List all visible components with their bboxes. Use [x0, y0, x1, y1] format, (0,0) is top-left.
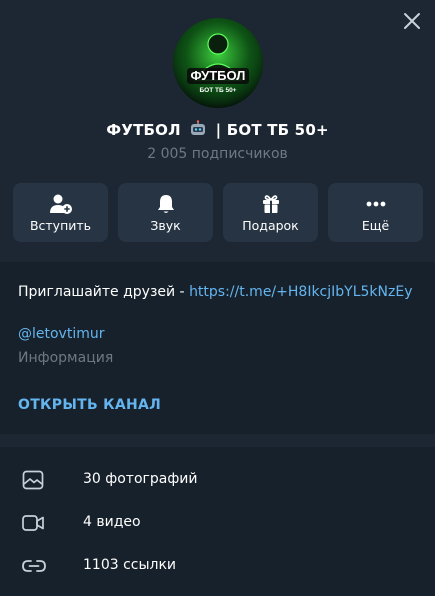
media-item-links[interactable]: 1103 ссылки: [0, 544, 435, 587]
open-channel-button[interactable]: ОТКРЫТЬ КАНАЛ: [18, 397, 161, 413]
gift-button[interactable]: Подарок: [223, 183, 318, 242]
channel-avatar: ФУТБОЛ БОТ ТБ 50+: [173, 18, 263, 108]
more-button-label: Ещё: [361, 218, 390, 233]
channel-title-suffix: | БОТ ТБ 50+: [215, 121, 329, 139]
more-button[interactable]: Ещё: [328, 183, 423, 242]
media-item-photos-label: 30 фотографий: [83, 471, 198, 487]
join-button[interactable]: Вступить: [13, 183, 108, 242]
action-bar: Вступить Звук Подарок Ещё: [13, 183, 423, 242]
shared-media-list: 30 фотографий 4 видео 1103 ссылки: [0, 447, 435, 596]
channel-info-panel: Приглашайте друзей - https://t.me/+H8Ikc…: [0, 262, 435, 434]
channel-handle-link[interactable]: @letovtimur: [18, 326, 105, 342]
gift-icon: [262, 195, 279, 213]
gift-button-label: Подарок: [242, 218, 299, 233]
channel-header: ФУТБОЛ БОТ ТБ 50+ ФУТБОЛ | БОТ ТБ 50+ 2 …: [0, 0, 435, 262]
add-user-icon: [49, 194, 72, 214]
media-item-videos-label: 4 видео: [83, 514, 141, 530]
channel-title: ФУТБОЛ | БОТ ТБ 50+: [0, 120, 435, 139]
invite-link[interactable]: https://t.me/+H8IkcjIbYL5kNzEy: [189, 284, 412, 300]
avatar-subtitle: БОТ ТБ 50+: [200, 87, 237, 94]
avatar-title: ФУТБОЛ: [191, 68, 246, 83]
media-item-videos[interactable]: 4 видео: [0, 501, 435, 544]
description-text: Приглашайте друзей -: [18, 284, 190, 300]
media-item-links-label: 1103 ссылки: [83, 557, 177, 573]
robot-emoji-icon: [191, 120, 206, 135]
more-icon: [366, 201, 385, 207]
join-button-label: Вступить: [29, 218, 92, 233]
sound-button[interactable]: Звук: [118, 183, 213, 242]
channel-title-text: ФУТБОЛ: [106, 121, 181, 139]
subscriber-count: 2 005 подписчиков: [147, 146, 288, 162]
section-divider: [0, 434, 435, 447]
media-item-photos[interactable]: 30 фотографий: [0, 458, 435, 501]
link-icon: [22, 560, 46, 572]
photo-icon: [22, 470, 44, 490]
bell-icon: [157, 195, 174, 213]
close-icon[interactable]: [399, 8, 425, 34]
channel-description: Приглашайте друзей - https://t.me/+H8Ikc…: [18, 284, 412, 300]
video-icon: [22, 515, 44, 531]
sound-button-label: Звук: [150, 218, 181, 233]
channel-handle-label: Информация: [18, 350, 114, 366]
